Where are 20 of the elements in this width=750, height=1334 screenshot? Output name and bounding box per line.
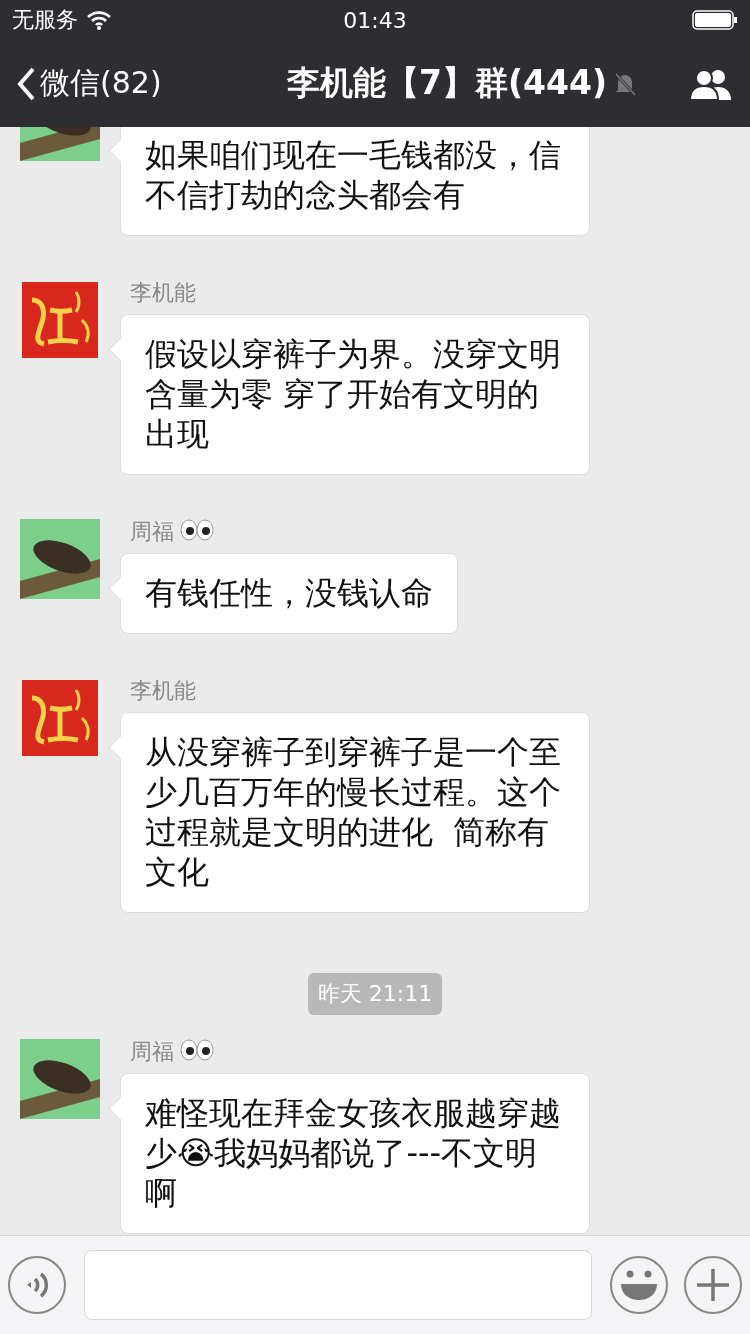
back-button[interactable]: 微信(82) — [16, 63, 216, 104]
clock-text: 01:43 — [343, 7, 407, 33]
voice-button[interactable] — [8, 1256, 66, 1314]
smiley-icon — [619, 1268, 659, 1302]
carrier-text: 无服务 — [12, 6, 78, 34]
sender-name: 周福 — [130, 519, 174, 545]
message-input[interactable] — [84, 1250, 592, 1320]
emoji-button[interactable] — [610, 1256, 668, 1314]
chevron-left-icon — [16, 65, 36, 102]
battery-icon — [692, 10, 738, 30]
sender-name: 周福 — [130, 1039, 174, 1065]
timestamp: 昨天 21:11 — [307, 973, 443, 1015]
chat-title: 李机能【7】群(444) — [287, 62, 607, 104]
sender-name: 李机能 — [130, 280, 196, 306]
eyes-icon — [180, 1039, 214, 1061]
plus-icon — [696, 1268, 730, 1302]
eyes-icon — [180, 519, 214, 541]
wifi-icon — [86, 10, 112, 30]
sender-name: 李机能 — [130, 678, 196, 704]
add-button[interactable] — [684, 1256, 742, 1314]
